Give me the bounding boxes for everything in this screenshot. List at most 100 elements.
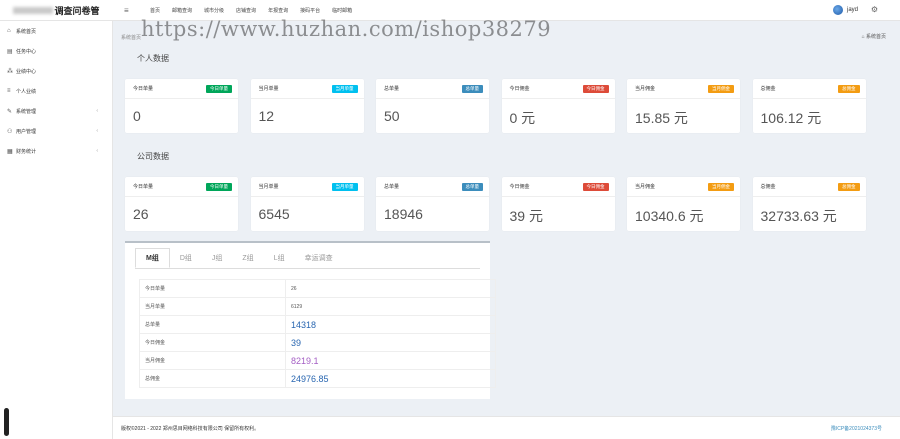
stat-card-badge: 当月单量 [331, 85, 358, 93]
top-nav-item[interactable]: 接码平台 [294, 7, 326, 14]
stat-key: 当月单量 [139, 297, 286, 316]
drag-handle[interactable] [4, 408, 9, 436]
wrench-icon: ✎ [7, 108, 13, 115]
table-row: 当月单量 6129 [139, 297, 496, 316]
stat-card: 当月佣金 当月佣金 15.85 元 [627, 79, 740, 133]
sidebar-item-label: 个人业绩 [16, 88, 37, 95]
stat-value: 14318 [285, 315, 496, 334]
stat-key: 总单量 [139, 315, 286, 334]
card-divider [376, 196, 489, 197]
tab-divider [135, 268, 480, 269]
stat-card: 总单量 总单量 50 [376, 79, 489, 133]
section-title-personal: 个人数据 [137, 54, 169, 63]
tab-group[interactable]: L组 [264, 248, 295, 268]
stat-value: 6129 [285, 297, 496, 316]
stat-card-value: 0 元 [509, 110, 536, 126]
table-row: 今日单量 26 [139, 279, 496, 298]
stat-card: 当月单量 当月单量 12 [250, 79, 364, 133]
card-divider [501, 196, 615, 197]
top-nav: 首页 邮箱查询 城市分级 店铺查询 年报查询 接码平台 临时邮箱 [144, 0, 358, 21]
stat-card-label: 当月佣金 [635, 184, 656, 190]
table-row: 总单量 14318 [139, 315, 496, 334]
copyright: 版权©2021 - 2022 郑州思目网络科技有限公司 保留所有权利。 [121, 426, 260, 432]
sidebar-item[interactable]: ▦ 财务统计 ‹ [0, 141, 112, 161]
stat-card-badge: 今日单量 [206, 85, 232, 93]
stat-key: 总佣金 [139, 369, 286, 388]
page-heading: 系统首页 [121, 35, 142, 41]
stat-card: 总单量 总单量 18946 [376, 177, 489, 231]
stat-card-label: 总单量 [384, 86, 400, 92]
top-nav-item[interactable]: 临时邮箱 [326, 7, 358, 14]
sidebar-item[interactable]: ▤ 任务中心 [0, 41, 112, 61]
tab-group[interactable]: 幸运调查 [295, 248, 343, 268]
stat-card: 总佣金 总佣金 106.12 元 [752, 79, 866, 133]
tab-group[interactable]: D组 [170, 248, 202, 268]
hamburger-icon[interactable]: ≡ [124, 6, 129, 15]
stats-table: 今日单量 26 当月单量 6129 总单量 14318 今日佣金 39 当月佣金 8219.1 总佣… [139, 279, 496, 388]
top-nav-item[interactable]: 店铺查询 [230, 7, 262, 14]
top-nav-item[interactable]: 首页 [144, 7, 166, 14]
card-divider [125, 98, 238, 99]
stat-card-label: 当月佣金 [635, 86, 656, 92]
stat-card-label: 总佣金 [760, 184, 776, 190]
table-row: 当月佣金 8219.1 [139, 351, 496, 370]
home-icon: ⌂ [7, 28, 11, 34]
table-row: 总佣金 24976.85 [139, 369, 496, 388]
card-divider [752, 196, 866, 197]
sidebar-item-label: 业绩中心 [16, 68, 37, 75]
watermark: https://www.huzhan.com/ishop38279 [141, 17, 552, 41]
stat-value: 39 [285, 333, 496, 352]
stat-card-value: 50 [384, 108, 400, 124]
stat-card-label: 总佣金 [760, 86, 776, 92]
stat-card-label: 今日佣金 [509, 86, 530, 92]
stat-card-badge: 总佣金 [838, 85, 860, 93]
app-logo[interactable]: 调查问卷管 [0, 0, 113, 21]
top-nav-item[interactable]: 年报查询 [262, 7, 294, 14]
chevron-left-icon: ‹ [96, 148, 98, 154]
stat-card: 今日单量 今日单量 26 [125, 177, 238, 231]
top-nav-item[interactable]: 邮箱查询 [166, 7, 198, 14]
stat-card-value: 12 [258, 108, 275, 124]
top-nav-item[interactable]: 城市分级 [198, 7, 230, 14]
group-tab-panel: M组 D组 J组 Z组 L组 幸运调查 今日单量 26 当月单量 6129 总单量 14318 今日佣… [125, 241, 496, 399]
tab-group[interactable]: Z组 [232, 248, 263, 268]
stat-card-value: 26 [133, 206, 149, 222]
stat-card-value: 106.12 元 [760, 110, 822, 126]
gear-icon[interactable]: ⚙ [871, 5, 878, 14]
stat-card-badge: 总单量 [461, 85, 483, 93]
sidebar-item[interactable]: ⚇ 用户管理 ‹ [0, 121, 112, 141]
tab-group[interactable]: M组 [135, 248, 170, 268]
table-icon: ▦ [7, 148, 13, 155]
stat-key: 今日单量 [139, 279, 286, 298]
stat-card-badge: 当月佣金 [708, 183, 734, 191]
sidebar-item[interactable]: ⁂ 业绩中心 [0, 61, 112, 81]
tab-group[interactable]: J组 [202, 248, 233, 268]
users-icon: ⚇ [7, 128, 13, 135]
sidebar-item[interactable]: ⌂ 系统首页 [0, 21, 112, 41]
card-divider [376, 98, 489, 99]
table-row: 今日佣金 39 [139, 333, 496, 352]
stat-card-label: 当月单量 [258, 184, 279, 190]
icp-link[interactable]: 豫ICP备2021024373号 [831, 425, 882, 432]
card-divider [627, 98, 740, 99]
stat-card-value: 18946 [384, 206, 423, 222]
tab-bar: M组 D组 J组 Z组 L组 幸运调查 [135, 247, 343, 268]
stat-card: 当月佣金 当月佣金 10340.6 元 [627, 177, 740, 231]
org-icon: ⁂ [7, 68, 13, 75]
sidebar-item[interactable]: ≡ 个人业绩 [0, 81, 112, 101]
sidebar-item[interactable]: ✎ 系统管理 ‹ [0, 101, 112, 121]
chevron-left-icon: ‹ [96, 128, 98, 134]
user-menu[interactable]: jayd [832, 5, 858, 15]
stat-card-badge: 总佣金 [838, 183, 860, 191]
user-name: jayd [846, 7, 858, 13]
breadcrumb[interactable]: ⌂ 系统首页 [862, 33, 886, 40]
card-divider [250, 98, 364, 99]
stat-card-value: 15.85 元 [635, 110, 688, 126]
stat-card-label: 今日佣金 [509, 184, 530, 190]
card-divider [125, 196, 238, 197]
card-divider [627, 196, 740, 197]
stat-card-value: 0 [133, 108, 141, 124]
logo-blur [13, 7, 54, 14]
stat-key: 当月佣金 [139, 351, 286, 370]
stat-card-value: 32733.63 元 [760, 208, 837, 224]
